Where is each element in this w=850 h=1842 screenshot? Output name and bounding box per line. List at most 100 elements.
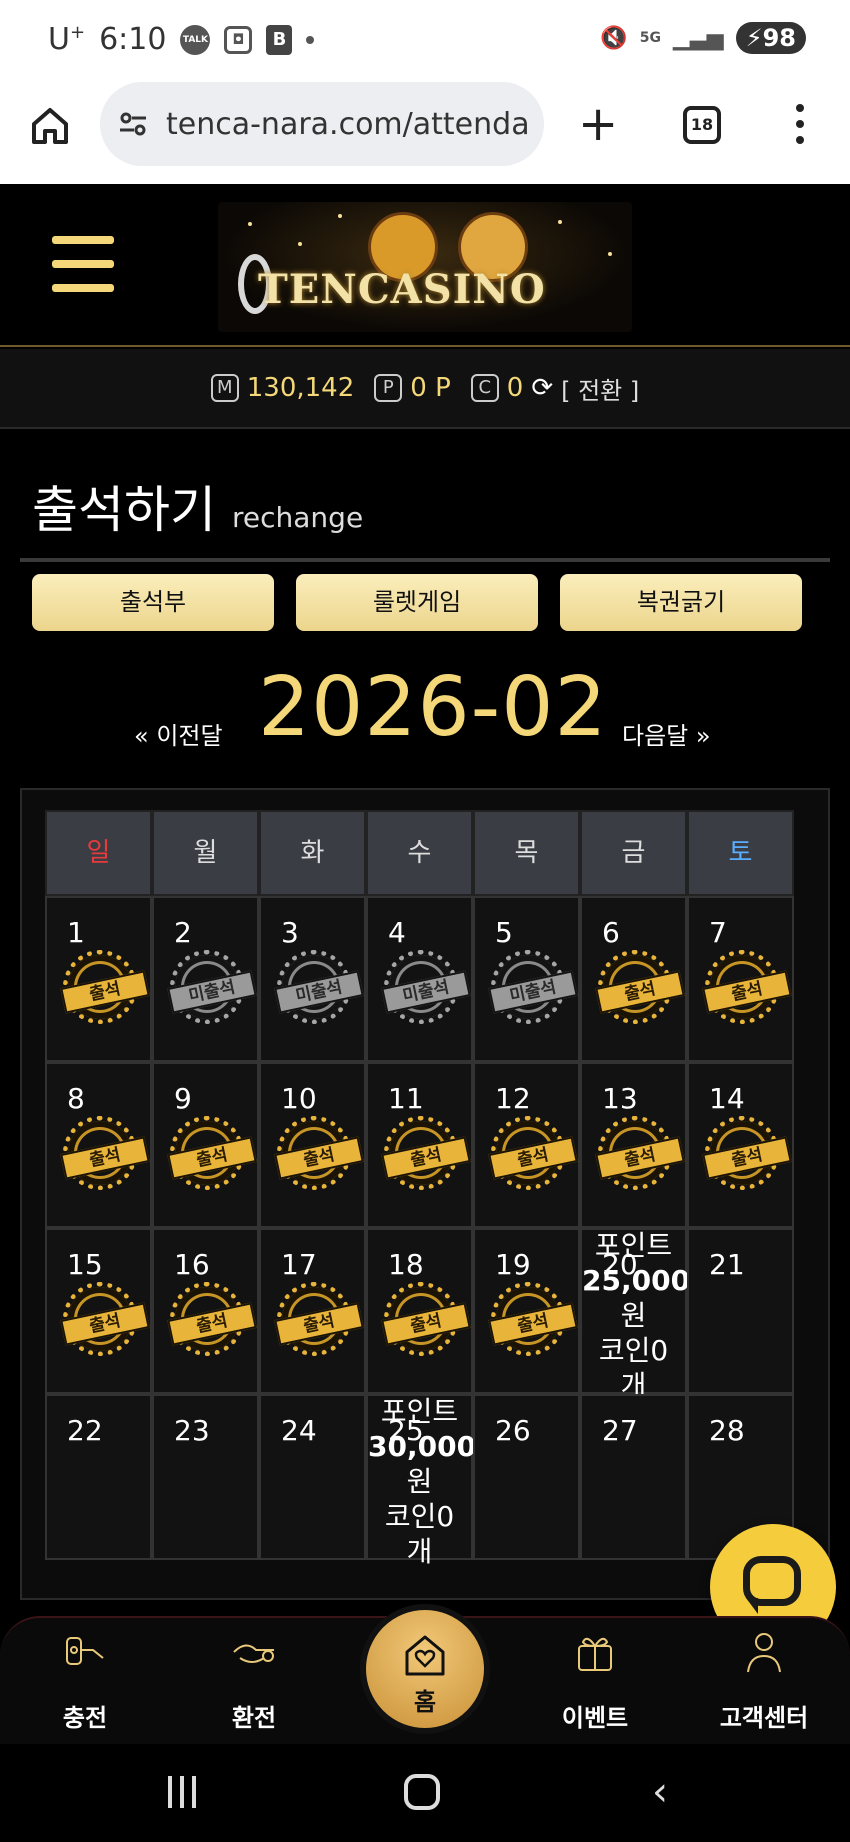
stamp-label: 미출석 [488, 970, 578, 1014]
money-value: 130,142 [246, 373, 355, 403]
more-menu-icon[interactable] [796, 104, 806, 152]
calendar-day-cell[interactable]: 17 출석 [259, 1228, 366, 1394]
home-icon[interactable] [28, 104, 72, 148]
nav-home[interactable]: 홈 [360, 1604, 490, 1734]
talk-icon: TALK [180, 24, 211, 55]
calendar-day-cell[interactable]: 18 출석 [366, 1228, 473, 1394]
site-settings-icon[interactable] [118, 109, 148, 139]
prev-month-link[interactable]: « 이전달 [134, 716, 223, 751]
page-title-main: 출석하기 [32, 481, 216, 539]
calendar-day-cell[interactable]: 6 출석 [580, 896, 687, 1062]
calendar-day-cell[interactable]: 22 [45, 1394, 152, 1560]
calendar-day-cell[interactable]: 23 [152, 1394, 259, 1560]
calendar-day-cell[interactable]: 14 출석 [687, 1062, 794, 1228]
gift-icon [578, 1637, 612, 1671]
nav-exchange-label: 환전 [231, 1704, 277, 1732]
reward-line: 코인0 [598, 1334, 669, 1367]
tab-switcher-button[interactable]: 18 [683, 106, 721, 144]
calendar-day-cell[interactable]: 8 출석 [45, 1062, 152, 1228]
day-number: 8 [67, 1082, 85, 1115]
calendar-day-cell[interactable]: 27 [580, 1394, 687, 1560]
calendar-day-cell[interactable]: 10 출석 [259, 1062, 366, 1228]
day-number: 21 [709, 1248, 745, 1281]
next-month-link[interactable]: 다음달 » [622, 716, 711, 751]
stamp-label: 출석 [702, 1136, 792, 1180]
address-bar[interactable]: tenca-nara.com/attenda [100, 82, 544, 166]
stamp-label: 출석 [167, 1136, 257, 1180]
point-balance: P 0 P [374, 373, 451, 403]
weekday-header: 화 [259, 810, 366, 896]
calendar-day-cell[interactable]: 19 출석 [473, 1228, 580, 1394]
signal-icon: ▁▃▅ [672, 25, 724, 51]
calendar-day-cell[interactable]: 26 [473, 1394, 580, 1560]
calendar-day-cell[interactable]: 9 출석 [152, 1062, 259, 1228]
coin-value: 0 [506, 373, 524, 403]
calendar-day-cell[interactable]: 20 포인트 25,000 원 코인0 개 [580, 1228, 690, 1402]
coin-balance: C 0 [470, 373, 524, 403]
day-number: 23 [174, 1414, 210, 1447]
nav-support[interactable]: 고객센터 [704, 1628, 824, 1733]
attended-stamp-icon: 출석 [167, 1116, 257, 1190]
stamp-label: 미출석 [274, 970, 364, 1014]
calendar-day-cell[interactable]: 21 [687, 1228, 794, 1394]
system-navigation-bar: ‹ [0, 1744, 850, 1842]
day-number: 4 [388, 916, 406, 949]
calendar-day-cell[interactable]: 4 미출석 [366, 896, 473, 1062]
calendar-day-cell[interactable]: 25 포인트 30,000 원 코인0 개 [366, 1394, 476, 1568]
reward-line: 포인트 [380, 1395, 459, 1428]
calendar-day-cell[interactable]: 5 미출석 [473, 896, 580, 1062]
stamp-label: 출석 [274, 1136, 364, 1180]
missed-stamp-icon: 미출석 [488, 950, 578, 1024]
stamp-label: 출석 [488, 1136, 578, 1180]
weekday-header: 토 [687, 810, 794, 896]
mute-icon: 🔇 [600, 25, 628, 51]
day-number: 6 [602, 916, 620, 949]
calendar: 일월화수목금토 1 출석 2 미출석 3 미출석 4 미출석 5 미출석 6 출석 7 출석 8 출석 9 출석 1… [20, 788, 830, 1600]
reward-text: 포인트 25,000 원 코인0 개 [582, 1228, 690, 1403]
nav-event[interactable]: 이벤트 [535, 1628, 655, 1733]
attended-stamp-icon: 출석 [381, 1282, 471, 1356]
lottery-button[interactable]: 복권긁기 [560, 574, 802, 631]
title-divider [20, 558, 830, 562]
nav-exchange[interactable]: 환전 [194, 1628, 314, 1733]
calendar-day-cell[interactable]: 13 출석 [580, 1062, 687, 1228]
calendar-day-cell[interactable]: 7 출석 [687, 896, 794, 1062]
calendar-day-cell[interactable]: 12 출석 [473, 1062, 580, 1228]
weekday-header: 금 [580, 810, 687, 896]
reward-text: 포인트 30,000 원 코인0 개 [368, 1394, 476, 1569]
day-number: 10 [281, 1082, 317, 1115]
point-value: 0 P [410, 373, 451, 403]
day-number: 22 [67, 1414, 103, 1447]
calendar-day-cell[interactable]: 1 출석 [45, 896, 152, 1062]
calendar-day-cell[interactable]: 3 미출석 [259, 896, 366, 1062]
stamp-label: 출석 [595, 970, 685, 1014]
attended-stamp-icon: 출석 [595, 1116, 685, 1190]
hamburger-menu-icon[interactable] [52, 236, 114, 308]
calendar-day-cell[interactable]: 15 출석 [45, 1228, 152, 1394]
screenshot-icon: ◘ [224, 25, 253, 54]
back-icon[interactable]: ‹ [652, 1772, 668, 1812]
weekday-header: 일 [45, 810, 152, 896]
roulette-button[interactable]: 룰렛게임 [296, 574, 538, 631]
nav-support-label: 고객센터 [719, 1704, 809, 1732]
attended-stamp-icon: 출석 [60, 1116, 150, 1190]
attendance-button[interactable]: 출석부 [32, 574, 274, 631]
convert-button[interactable]: ⟳ [ 전환 ] [531, 371, 639, 406]
carrier-label: U+ [48, 22, 86, 57]
system-home-icon[interactable] [404, 1774, 440, 1810]
calendar-day-cell[interactable]: 24 [259, 1394, 366, 1560]
status-bar: U+ 6:10 TALK ◘ B 🔇 5G ▁▃▅ ⚡98 [0, 0, 850, 80]
weekday-header: 월 [152, 810, 259, 896]
attended-stamp-icon: 출석 [488, 1282, 578, 1356]
stamp-label: 출석 [60, 1136, 150, 1180]
recent-apps-icon[interactable] [168, 1776, 202, 1810]
nav-charge[interactable]: 충전 [25, 1628, 145, 1733]
calendar-day-cell[interactable]: 2 미출석 [152, 896, 259, 1062]
day-number: 15 [67, 1248, 103, 1281]
day-number: 13 [602, 1082, 638, 1115]
calendar-day-cell[interactable]: 11 출석 [366, 1062, 473, 1228]
calendar-day-cell[interactable]: 16 출석 [152, 1228, 259, 1394]
month-title: 2026-02 [258, 660, 608, 755]
new-tab-icon[interactable]: + [578, 100, 618, 148]
site-logo[interactable]: TENCASINO [218, 202, 632, 332]
